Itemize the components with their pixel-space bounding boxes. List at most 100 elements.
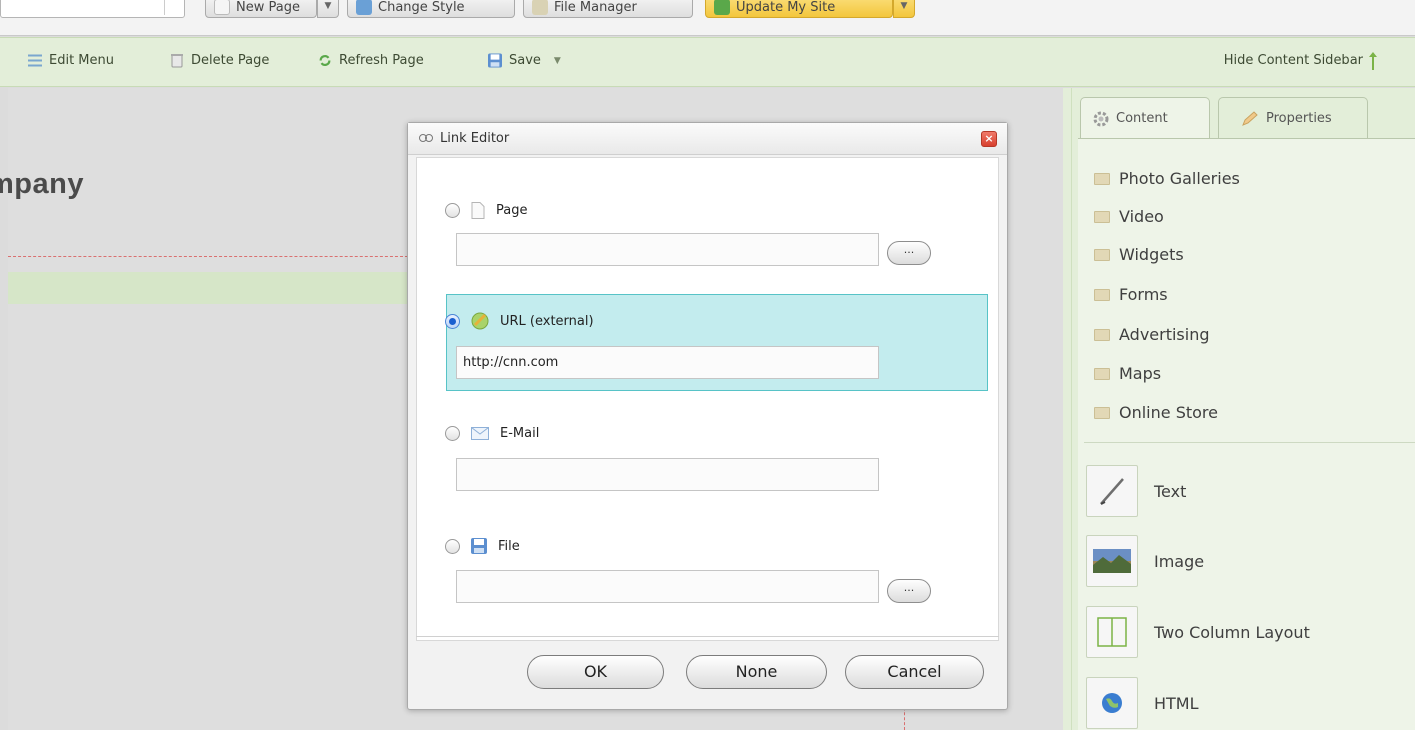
folder-label: Advertising xyxy=(1119,325,1210,344)
envelope-icon xyxy=(471,427,489,440)
file-manager-button[interactable]: File Manager xyxy=(523,0,693,18)
folder-icon xyxy=(1094,288,1110,301)
option-url[interactable]: URL (external) xyxy=(445,312,594,330)
folder-icon xyxy=(1094,210,1110,223)
folder-video[interactable]: Video xyxy=(1094,207,1164,226)
top-toolbar: New Page ▼ Change Style File Manager Upd… xyxy=(0,0,1415,36)
url-radio[interactable] xyxy=(445,313,460,329)
select-arrow-icon xyxy=(164,0,178,15)
sidebar-divider xyxy=(1084,442,1415,443)
folder-label: Widgets xyxy=(1119,245,1184,264)
tab-content[interactable]: Content xyxy=(1080,97,1210,139)
footer-divider xyxy=(416,636,999,637)
folder-maps[interactable]: Maps xyxy=(1094,364,1161,383)
floppy-icon xyxy=(488,53,502,68)
site-select[interactable] xyxy=(0,0,185,18)
pen-icon xyxy=(1086,465,1138,517)
content-divider xyxy=(8,256,408,257)
hide-sidebar-link[interactable]: Hide Content Sidebar xyxy=(1224,53,1363,68)
content-band xyxy=(8,272,408,304)
menu-lines-icon xyxy=(28,54,42,67)
globe-icon xyxy=(471,312,489,330)
update-site-label: Update My Site xyxy=(736,0,836,15)
block-two-column[interactable]: Two Column Layout xyxy=(1086,601,1310,663)
url-option-label: URL (external) xyxy=(500,313,594,329)
folder-label: Video xyxy=(1119,207,1164,226)
upload-icon xyxy=(714,0,730,15)
block-label: Text xyxy=(1154,481,1187,501)
folder-label: Maps xyxy=(1119,364,1162,383)
file-radio[interactable] xyxy=(445,538,460,554)
folder-icon xyxy=(1094,406,1110,419)
link-icon xyxy=(419,134,433,142)
pencil-icon xyxy=(1242,110,1258,126)
gear-icon xyxy=(1093,111,1109,126)
update-site-dropdown-arrow[interactable]: ▼ xyxy=(893,0,915,18)
page-field[interactable] xyxy=(456,233,879,266)
folder-photo-galleries[interactable]: Photo Galleries xyxy=(1094,169,1240,188)
landscape-icon xyxy=(1086,535,1138,587)
block-image[interactable]: Image xyxy=(1086,530,1204,592)
block-label: Two Column Layout xyxy=(1154,622,1310,642)
new-page-dropdown-arrow[interactable]: ▼ xyxy=(317,0,339,18)
page-heading[interactable]: mpany xyxy=(0,168,84,201)
dialog-title: Link Editor xyxy=(440,131,510,146)
close-icon[interactable]: × xyxy=(981,131,997,147)
page-browse-button[interactable]: ... xyxy=(887,241,931,265)
change-style-button[interactable]: Change Style xyxy=(347,0,515,18)
file-browse-button[interactable]: ... xyxy=(887,579,931,603)
trash-icon xyxy=(171,54,183,68)
option-page[interactable]: Page xyxy=(445,202,527,219)
file-manager-label: File Manager xyxy=(554,0,637,15)
none-button[interactable]: None xyxy=(686,655,827,689)
option-file[interactable]: File xyxy=(445,538,520,554)
folder-widgets[interactable]: Widgets xyxy=(1094,245,1184,264)
edit-menu-label: Edit Menu xyxy=(49,53,114,68)
link-editor-dialog: Link Editor × Page ... URL (external) ht… xyxy=(407,122,1008,710)
palette-icon xyxy=(356,0,372,15)
folder-icon xyxy=(1094,172,1110,185)
edit-toolbar: Edit Menu Delete Page Refresh Page Save … xyxy=(0,37,1415,87)
url-field[interactable]: http://cnn.com xyxy=(456,346,879,379)
delete-page-label: Delete Page xyxy=(191,53,270,68)
cancel-button[interactable]: Cancel xyxy=(845,655,984,689)
new-page-label: New Page xyxy=(236,0,300,15)
file-field[interactable] xyxy=(456,570,879,603)
refresh-icon xyxy=(319,55,331,66)
folder-online-store[interactable]: Online Store xyxy=(1094,403,1218,422)
tab-properties[interactable]: Properties xyxy=(1218,97,1368,139)
file-option-label: File xyxy=(498,538,520,554)
email-option-label: E-Mail xyxy=(500,426,540,441)
block-html[interactable]: HTML xyxy=(1086,672,1199,730)
save-button[interactable]: Save ▼ xyxy=(488,53,561,68)
folder-forms[interactable]: Forms xyxy=(1094,285,1168,304)
update-site-button[interactable]: Update My Site xyxy=(705,0,893,18)
page-radio[interactable] xyxy=(445,203,460,218)
dialog-titlebar[interactable]: Link Editor × xyxy=(408,123,1007,155)
option-email[interactable]: E-Mail xyxy=(445,426,539,441)
change-style-label: Change Style xyxy=(378,0,465,15)
block-text[interactable]: Text xyxy=(1086,460,1186,522)
email-field[interactable] xyxy=(456,458,879,491)
folder-label: Photo Galleries xyxy=(1119,169,1240,188)
file-manager-icon xyxy=(532,0,548,15)
new-page-button[interactable]: New Page xyxy=(205,0,317,18)
tab-content-label: Content xyxy=(1116,111,1168,126)
new-page-icon xyxy=(214,0,230,15)
ok-button[interactable]: OK xyxy=(527,655,664,689)
block-label: HTML xyxy=(1154,693,1199,713)
delete-page-button[interactable]: Delete Page xyxy=(170,53,269,68)
folder-advertising[interactable]: Advertising xyxy=(1094,325,1210,344)
arrow-up-icon[interactable] xyxy=(1369,52,1377,70)
page-option-label: Page xyxy=(496,203,528,218)
folder-icon xyxy=(1094,367,1110,380)
save-dropdown-arrow-icon[interactable]: ▼ xyxy=(554,56,561,66)
content-panel: Photo Galleries Video Widgets Forms Adve… xyxy=(1078,138,1415,730)
email-radio[interactable] xyxy=(445,426,460,441)
folder-icon xyxy=(1094,328,1110,341)
tab-properties-label: Properties xyxy=(1266,111,1332,126)
edit-menu-button[interactable]: Edit Menu xyxy=(28,53,114,68)
folder-label: Online Store xyxy=(1119,403,1218,422)
refresh-page-button[interactable]: Refresh Page xyxy=(318,53,424,68)
columns-icon xyxy=(1086,606,1138,658)
